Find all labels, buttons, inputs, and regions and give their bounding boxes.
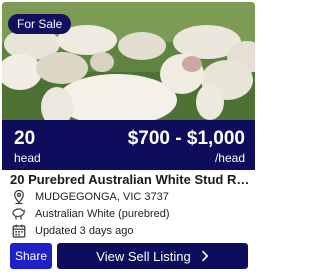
calendar-icon: [12, 224, 26, 238]
listing-card[interactable]: For Sale 20 head $700 - $1,000 /head 20 …: [2, 2, 255, 273]
location-row: MUDGEGONGA, VIC 3737: [11, 189, 169, 205]
listing-title[interactable]: 20 Purebred Australian White Stud Rams: [10, 172, 250, 188]
quantity-value: 20: [14, 128, 36, 149]
share-button[interactable]: Share: [10, 243, 52, 269]
view-sell-listing-button[interactable]: View Sell Listing: [57, 243, 248, 269]
price-unit: /head: [214, 151, 245, 165]
chevron-right-icon: [201, 250, 209, 262]
price-range: $700 - $1,000: [127, 128, 245, 149]
price-bar: 20 head $700 - $1,000 /head: [2, 120, 255, 170]
map-pin-icon: [14, 189, 24, 205]
for-sale-badge: For Sale: [8, 14, 72, 34]
breed-row: Australian White (purebred): [11, 206, 170, 222]
quantity-unit: head: [14, 151, 41, 165]
sheep-icon: [12, 208, 26, 220]
breed-text: Australian White (purebred): [35, 208, 170, 220]
updated-text: Updated 3 days ago: [35, 225, 134, 237]
location-text: MUDGEGONGA, VIC 3737: [35, 191, 169, 203]
view-sell-listing-label: View Sell Listing: [96, 248, 191, 264]
updated-row: Updated 3 days ago: [11, 223, 133, 239]
